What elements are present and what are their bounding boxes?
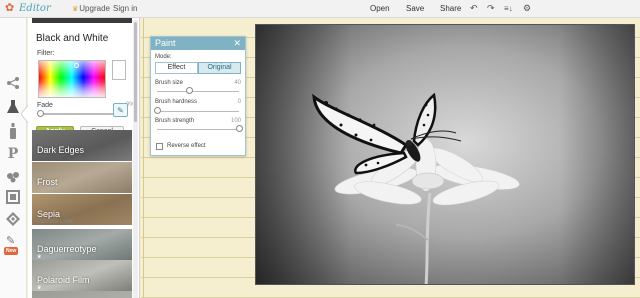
save-button[interactable]: Save bbox=[406, 4, 424, 13]
brush-strength-slider-handle[interactable] bbox=[235, 125, 243, 132]
thumbnail-label: Dark Edges bbox=[37, 145, 85, 155]
fade-label: Fade bbox=[37, 102, 53, 109]
brush-strength-slider-track[interactable] bbox=[157, 129, 239, 130]
upgrade-link[interactable]: ♛Upgrade bbox=[72, 4, 110, 13]
butterfly-photo bbox=[256, 25, 634, 284]
effect-title: Black and White bbox=[36, 33, 109, 44]
paint-dialog-header[interactable]: Paint ✕ bbox=[151, 37, 245, 50]
logo-text: Editor bbox=[19, 3, 51, 14]
paint-dialog-title: Paint bbox=[155, 38, 176, 48]
app-logo[interactable]: ✿ Editor bbox=[3, 1, 53, 17]
effect-thumbnail-polaroid-film[interactable]: Polaroid Film ♛ bbox=[32, 260, 132, 291]
reverse-effect-label[interactable]: Reverse effect bbox=[167, 143, 206, 149]
chevron-down-icon: ▾ bbox=[120, 219, 124, 225]
brush-hardness-slider-handle[interactable] bbox=[153, 107, 161, 114]
brush-size-label: Brush size bbox=[155, 80, 184, 86]
text-p-icon[interactable]: P bbox=[4, 145, 22, 163]
effect-thumbnail-frost[interactable]: Frost bbox=[32, 162, 132, 193]
active-tool-pointer-icon bbox=[20, 105, 28, 123]
open-button[interactable]: Open bbox=[370, 4, 390, 13]
top-menu: Open Save Share ↶ ↷ ≡↓ ⚙ bbox=[363, 0, 538, 18]
effect-thumbnail-daguerreotype[interactable]: Daguerreotype ♛ bbox=[32, 229, 132, 260]
redo-icon[interactable]: ↷ bbox=[487, 3, 495, 14]
top-bar: ✿ Editor ♛Upgrade Sign in Open Save Shar… bbox=[0, 0, 640, 18]
mode-label: Mode: bbox=[155, 54, 172, 60]
filter-color-swatch[interactable] bbox=[112, 60, 126, 80]
previous-thumbnail-strip bbox=[32, 18, 132, 23]
bottle-icon[interactable] bbox=[4, 122, 22, 140]
layers-icon[interactable]: ≡↓ bbox=[504, 3, 513, 14]
brush-hardness-value: 0 bbox=[237, 99, 241, 105]
mode-effect-button[interactable]: Effect bbox=[155, 62, 198, 74]
texture-icon[interactable] bbox=[4, 210, 22, 228]
brush-hardness-label: Brush hardness bbox=[155, 99, 198, 105]
panel-scrollbar-thumb[interactable] bbox=[134, 22, 137, 122]
thumbnail-label: Daguerreotype bbox=[37, 244, 97, 254]
brush-size-value: 40 bbox=[234, 80, 241, 86]
fade-slider-track[interactable] bbox=[40, 113, 113, 115]
paint-brush-button[interactable]: ✎ bbox=[113, 103, 128, 117]
photo-canvas[interactable] bbox=[255, 24, 635, 285]
sign-in-link[interactable]: Sign in bbox=[113, 4, 137, 13]
brush-size-slider-handle[interactable] bbox=[186, 87, 194, 94]
section-header-camera-look[interactable]: Camera Look ▾ bbox=[32, 215, 132, 229]
notepad-margin-line bbox=[143, 18, 144, 298]
paintbrush-new-tool[interactable]: ✎ New bbox=[4, 234, 20, 258]
new-badge: New bbox=[4, 247, 19, 255]
color-picker-shading bbox=[39, 61, 105, 97]
brush-strength-value: 100 bbox=[230, 118, 241, 124]
frame-icon[interactable] bbox=[4, 188, 22, 206]
effects-panel: Black and White Filter: Fade 0% ✎ Apply … bbox=[28, 18, 140, 298]
filter-color-picker[interactable] bbox=[38, 60, 106, 98]
brush-size-slider-track[interactable] bbox=[157, 91, 239, 92]
canvas-scrollbar[interactable] bbox=[632, 18, 640, 298]
color-picker-handle[interactable] bbox=[74, 63, 79, 68]
filter-label: Filter: bbox=[37, 50, 55, 57]
paint-dialog: Paint ✕ Mode: Effect Original Brush size… bbox=[150, 36, 246, 156]
fade-slider-handle[interactable] bbox=[37, 110, 44, 117]
section-label: Camera Look bbox=[37, 219, 74, 225]
effect-thumbnail-partial[interactable] bbox=[32, 291, 132, 298]
brush-icon: ✎ bbox=[117, 105, 124, 115]
upgrade-label: Upgrade bbox=[79, 4, 110, 13]
flower-logo-icon: ✿ bbox=[5, 2, 15, 14]
effect-thumbnail-dark-edges[interactable]: Dark Edges bbox=[32, 130, 132, 161]
crown-icon: ♛ bbox=[72, 6, 79, 13]
undo-icon[interactable]: ↶ bbox=[470, 3, 478, 14]
share-button[interactable]: Share bbox=[440, 4, 461, 13]
brush-hardness-slider-track[interactable] bbox=[157, 111, 239, 112]
reverse-effect-checkbox[interactable] bbox=[156, 143, 163, 150]
paintbrush-icon: ✎ bbox=[6, 235, 16, 247]
overlay-icon[interactable] bbox=[4, 168, 22, 186]
settings-icon[interactable]: ⚙ bbox=[523, 3, 531, 14]
brush-strength-label: Brush strength bbox=[155, 118, 195, 124]
thumbnail-label: Frost bbox=[37, 177, 58, 187]
tool-rail: P ✎ New bbox=[0, 18, 28, 298]
thumbnail-label: Polaroid Film bbox=[37, 275, 90, 285]
mode-original-button[interactable]: Original bbox=[198, 62, 241, 74]
share-nodes-icon[interactable] bbox=[4, 74, 22, 92]
close-icon[interactable]: ✕ bbox=[233, 38, 241, 49]
